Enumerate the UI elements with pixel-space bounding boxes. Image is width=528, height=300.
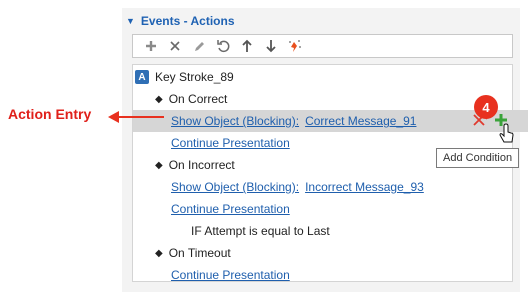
add-condition-tooltip: Add Condition: [436, 148, 520, 168]
callout-pointer-line: [485, 111, 495, 120]
action-entry-arrow-head: [108, 111, 119, 123]
hand-cursor-icon: [499, 123, 514, 143]
action-entry-label: Action Entry: [8, 106, 92, 122]
